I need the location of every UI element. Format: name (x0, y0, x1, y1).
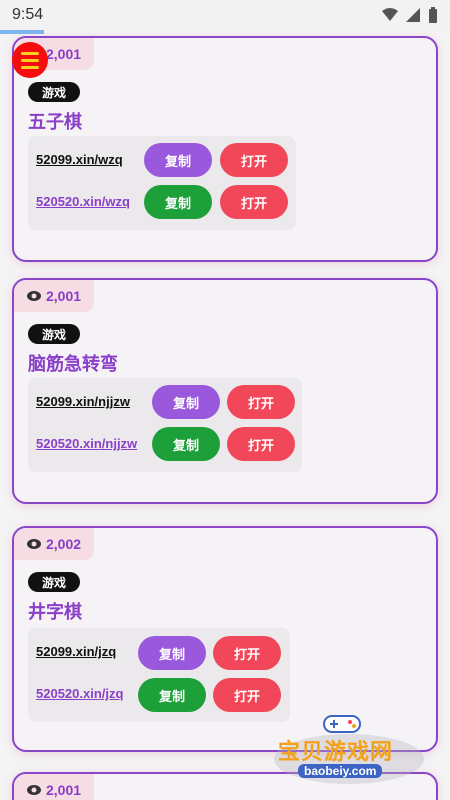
view-count: 2,001 (14, 774, 94, 800)
menu-button[interactable] (12, 42, 48, 78)
game-title: 井字棋 (28, 602, 82, 622)
game-title: 脑筋急转弯 (28, 354, 118, 374)
status-bar: 9:54 (0, 0, 450, 30)
watermark-title: 宝贝游戏网 (278, 739, 394, 764)
link-primary[interactable]: 52099.xin/jzq (36, 644, 116, 659)
open-button[interactable]: 打开 (213, 678, 281, 712)
view-count-value: 2,001 (46, 782, 82, 798)
copy-button[interactable]: 复制 (138, 678, 206, 712)
link-secondary[interactable]: 520520.xin/jzq (36, 686, 123, 701)
link-box: 52099.xin/jzq 复制 打开 520520.xin/jzq 复制 打开 (28, 628, 290, 722)
category-badge: 游戏 (28, 82, 81, 102)
menu-icon-bar (21, 51, 39, 55)
link-secondary[interactable]: 520520.xin/wzq (36, 194, 130, 209)
open-button[interactable]: 打开 (227, 427, 295, 461)
view-count: 2,002 (14, 528, 94, 560)
open-button[interactable]: 打开 (213, 636, 281, 670)
game-title: 五子棋 (28, 112, 82, 132)
view-count-value: 2,002 (46, 536, 82, 552)
link-box: 52099.xin/wzq 复制 打开 520520.xin/wzq 复制 打开 (28, 136, 296, 230)
menu-icon-bar (21, 65, 39, 69)
category-badge: 游戏 (28, 324, 81, 344)
game-card: 2,001 游戏 脑筋急转弯 52099.xin/njjzw 复制 打开 520… (12, 278, 438, 504)
eye-icon (27, 539, 41, 549)
copy-button[interactable]: 复制 (144, 185, 212, 219)
link-primary[interactable]: 52099.xin/njjzw (36, 394, 130, 409)
page-load-progress (0, 30, 44, 34)
copy-button[interactable]: 复制 (152, 427, 220, 461)
copy-button[interactable]: 复制 (152, 385, 220, 419)
link-secondary[interactable]: 520520.xin/njjzw (36, 436, 137, 451)
open-button[interactable]: 打开 (227, 385, 295, 419)
watermark-url: baobeiy.com (298, 764, 383, 778)
gamepad-icon (323, 715, 361, 733)
category-badge: 游戏 (28, 572, 81, 592)
wifi-icon (382, 8, 398, 21)
open-button[interactable]: 打开 (220, 185, 288, 219)
link-box: 52099.xin/njjzw 复制 打开 520520.xin/njjzw 复… (28, 378, 302, 472)
signal-icon (406, 8, 420, 22)
copy-button[interactable]: 复制 (144, 143, 212, 177)
eye-icon (27, 785, 41, 795)
status-icons (382, 7, 438, 23)
view-count-value: 2,001 (46, 46, 82, 62)
copy-button[interactable]: 复制 (138, 636, 206, 670)
menu-icon-bar (21, 58, 39, 62)
battery-icon (429, 7, 437, 23)
status-time: 9:54 (12, 6, 44, 23)
game-card: 2,001 游戏 五子棋 52099.xin/wzq 复制 打开 520520.… (12, 36, 438, 262)
view-count: 2,001 (14, 280, 94, 312)
view-count-value: 2,001 (46, 288, 82, 304)
link-primary[interactable]: 52099.xin/wzq (36, 152, 123, 167)
watermark-logo: 宝贝游戏网 baobeiy.com (272, 715, 432, 786)
open-button[interactable]: 打开 (220, 143, 288, 177)
eye-icon (27, 291, 41, 301)
